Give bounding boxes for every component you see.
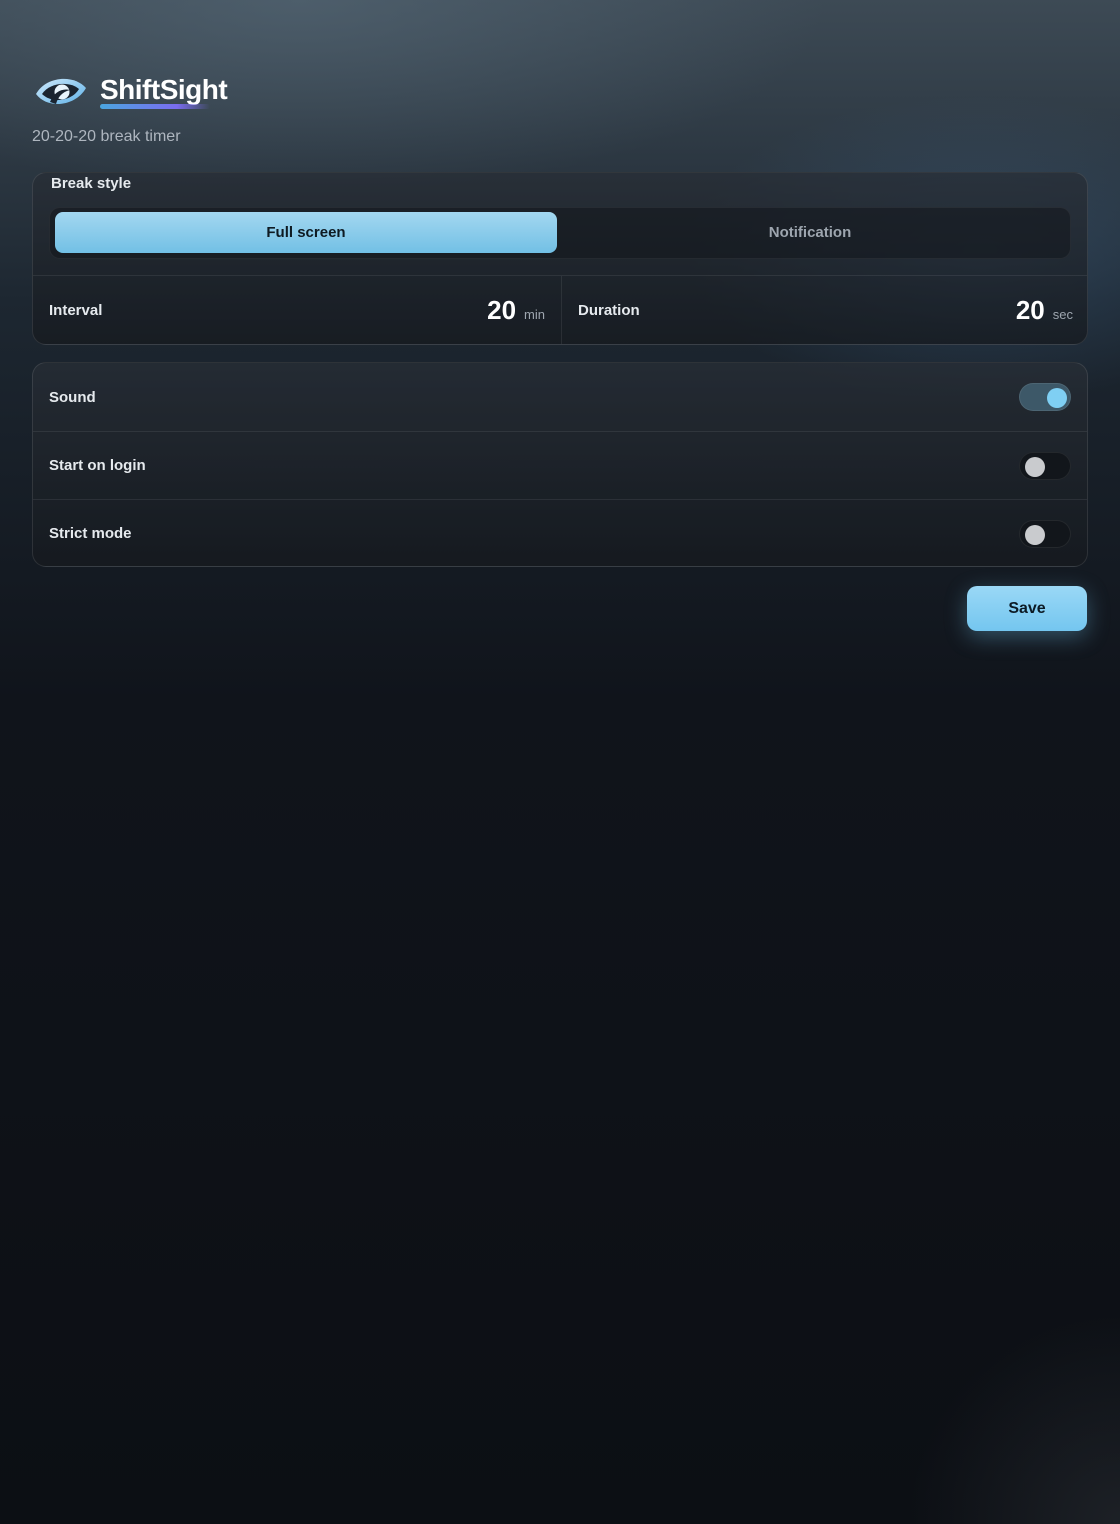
break-settings-card: Break style Full screen Notification Int… [32,172,1088,345]
sound-row: Sound [33,363,1087,431]
duration-setting[interactable]: Duration 20 sec [561,276,1087,344]
app-name: ShiftSight [100,74,228,105]
sound-toggle[interactable] [1019,383,1071,411]
toggle-knob [1025,456,1045,477]
brand-wrap: ShiftSight [100,72,228,112]
start-on-login-toggle[interactable] [1019,451,1071,480]
interval-value-group: 20 min [487,295,545,326]
app-header: ShiftSight 20-20-20 break timer [32,72,228,146]
timing-metrics: Interval 20 min Duration 20 sec [33,275,1087,344]
interval-unit: min [524,307,545,322]
eye-icon [36,78,86,105]
start-on-login-label: Start on login [49,457,146,474]
strict-mode-row: Strict mode [33,499,1087,566]
break-style-full-screen[interactable]: Full screen [55,212,557,253]
duration-unit: sec [1052,307,1073,322]
break-style-selector: Full screen Notification [49,207,1071,259]
logo-row: ShiftSight [32,72,228,112]
break-style-notification[interactable]: Notification [559,212,1061,253]
strict-mode-toggle[interactable] [1019,519,1071,548]
break-style-label: Break style [51,175,132,192]
toggle-knob [1047,388,1067,408]
interval-value: 20 [487,295,517,325]
duration-value: 20 [1015,295,1045,325]
interval-setting[interactable]: Interval 20 min [33,276,561,344]
interval-label: Interval [49,302,103,319]
duration-value-group: 20 sec [1016,295,1073,326]
start-on-login-row: Start on login [33,431,1087,499]
toggle-knob [1025,524,1045,545]
options-card: Sound Start on login Strict mode [32,362,1088,567]
sound-label: Sound [49,388,96,406]
duration-label: Duration [578,302,640,319]
brand-underline [100,104,210,109]
save-button[interactable]: Save [967,586,1087,631]
app-subtitle: 20-20-20 break timer [32,128,181,145]
strict-mode-label: Strict mode [49,525,132,542]
